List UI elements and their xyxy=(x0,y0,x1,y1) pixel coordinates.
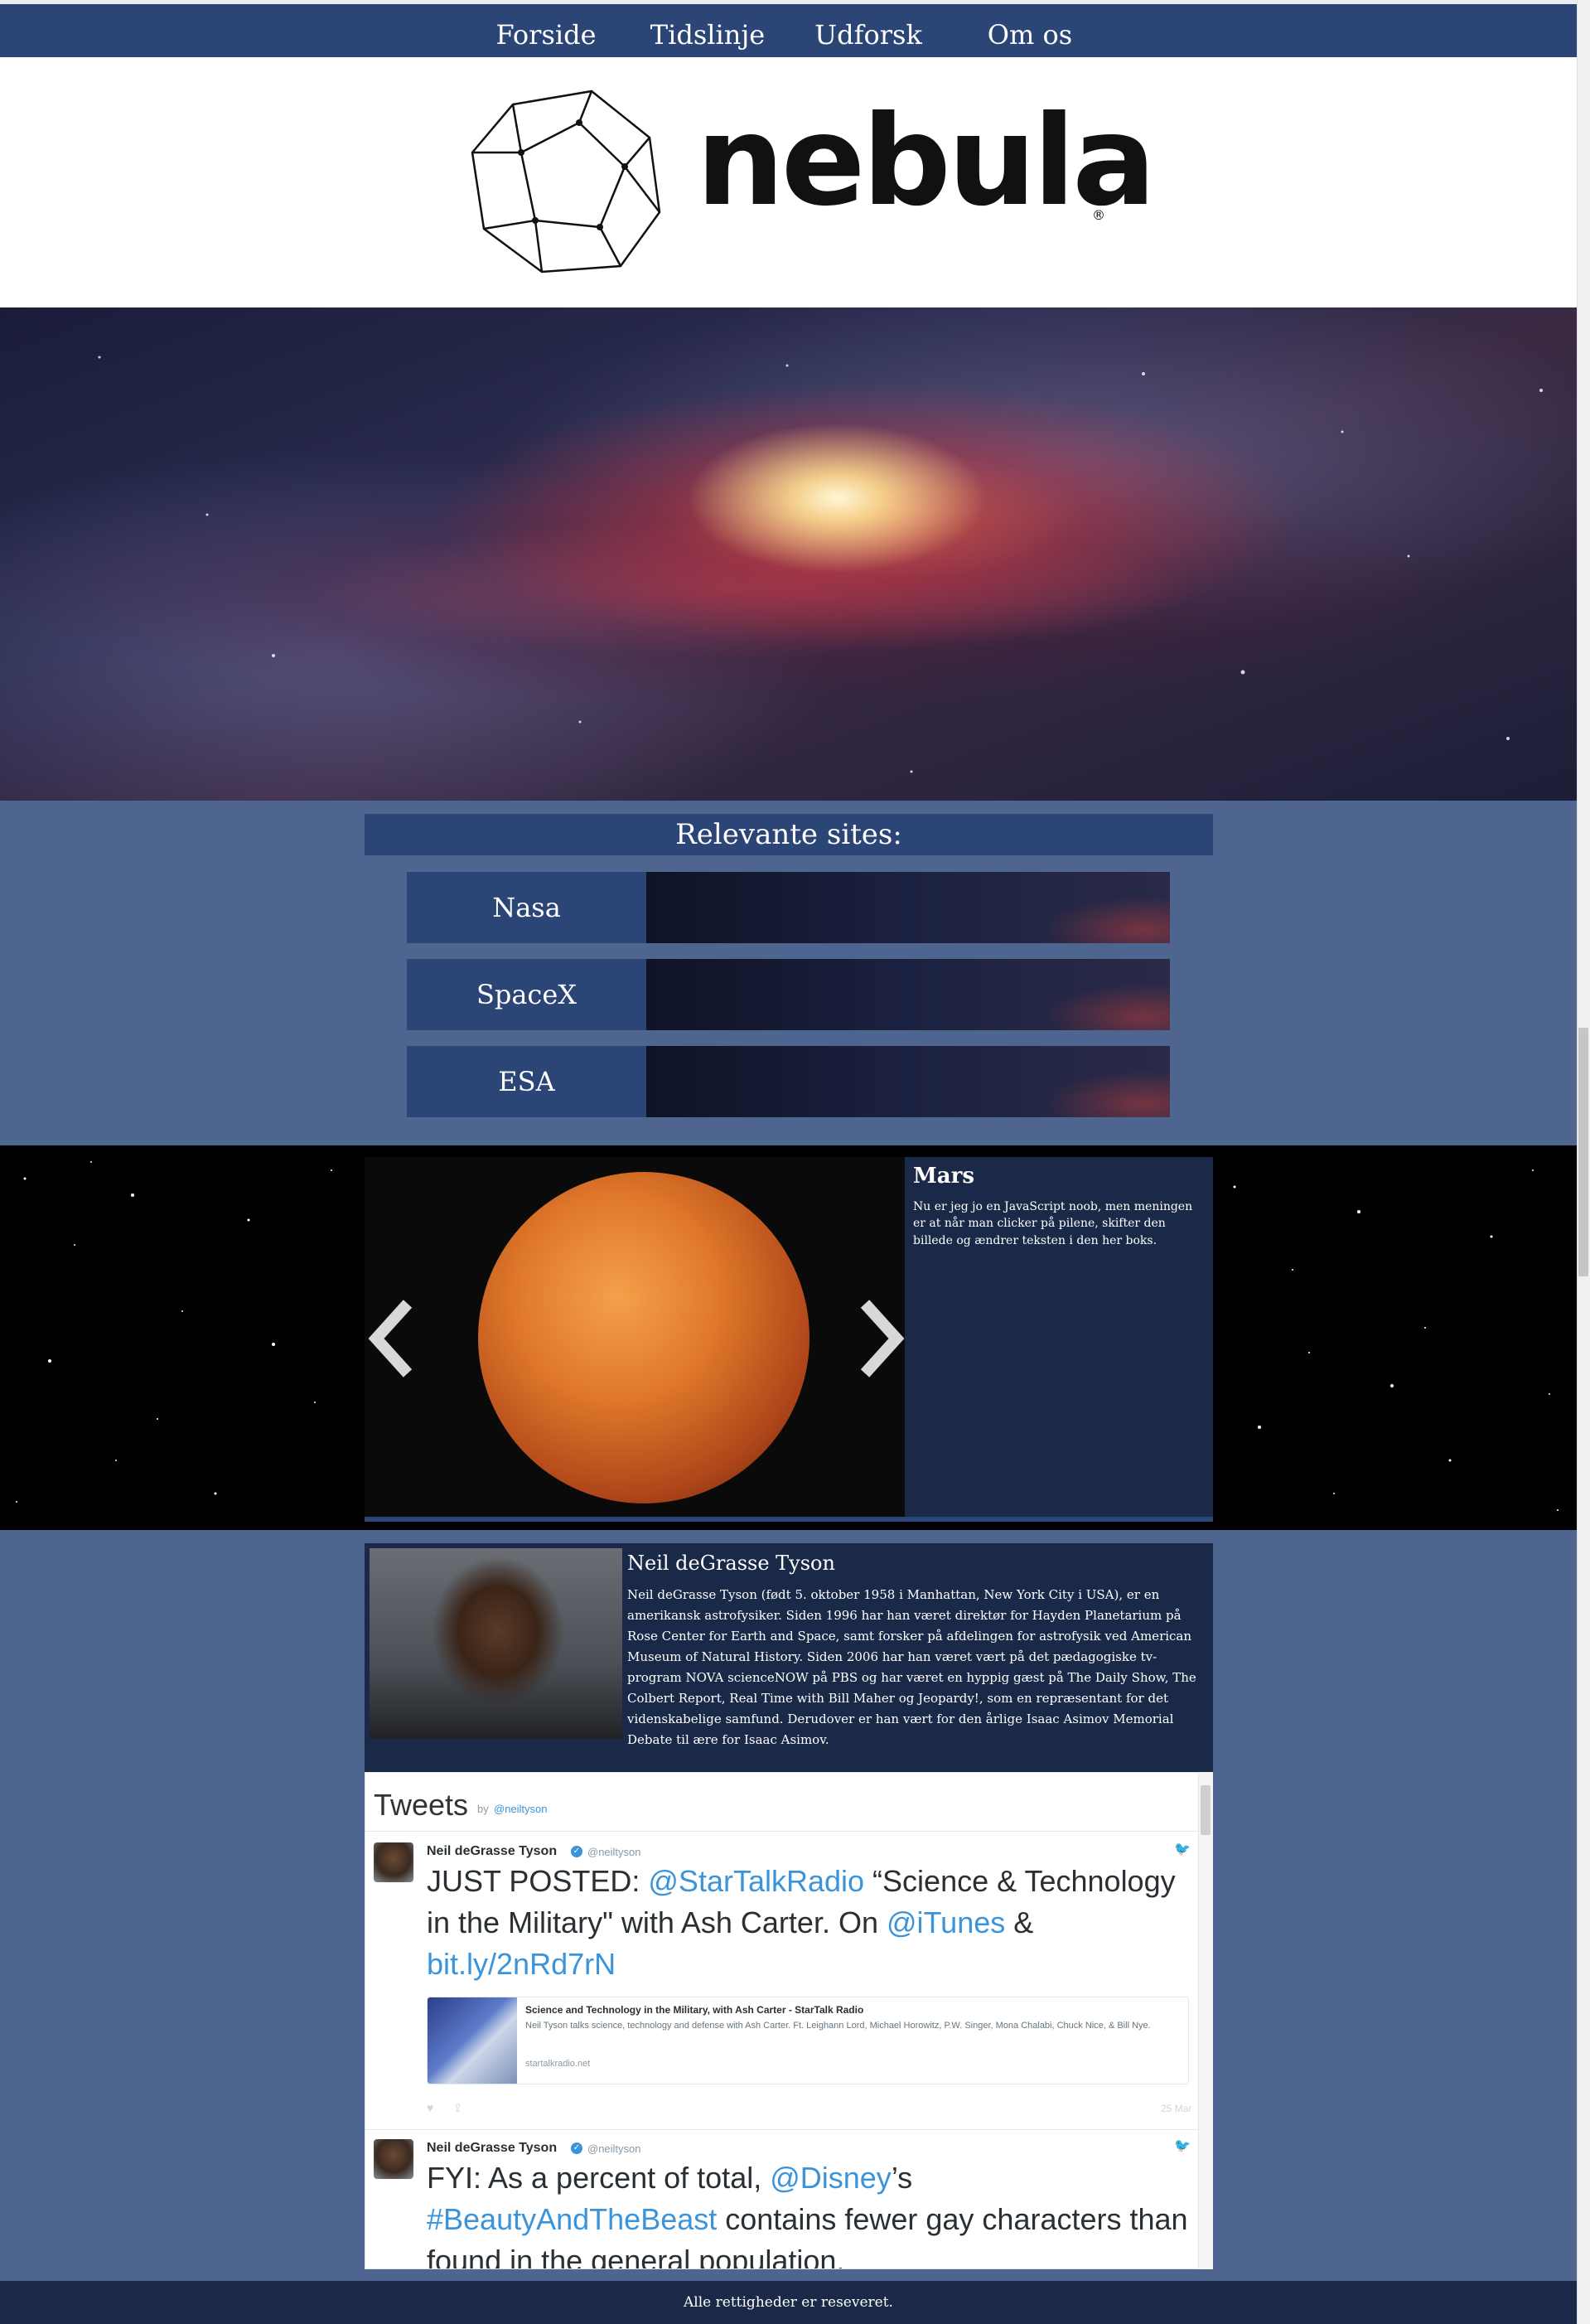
slider-info-text: Nu er jeg jo en JavaScript noob, men men… xyxy=(913,1200,1193,1247)
tweet-author-name[interactable]: Neil deGrasse Tyson xyxy=(427,1844,557,1859)
slider-info-box: Mars Nu er jeg jo en JavaScript noob, me… xyxy=(905,1157,1213,1517)
sites-title: Relevante sites: xyxy=(365,814,1213,855)
tweet-link-card[interactable]: Science and Technology in the Military, … xyxy=(427,1997,1189,2084)
site-banner-image xyxy=(646,872,1170,943)
mars-image xyxy=(478,1172,809,1503)
slider-info-title: Mars xyxy=(913,1164,974,1189)
hero-galaxy-image xyxy=(0,307,1577,801)
tweet-text-part: FYI: As a percent of total, xyxy=(427,2161,771,2195)
slider-prev-arrow-icon[interactable] xyxy=(365,1297,423,1380)
tweets-scrollbar-thumb[interactable] xyxy=(1201,1785,1211,1835)
tweet-author-name[interactable]: Neil deGrasse Tyson xyxy=(427,2141,557,2156)
avatar[interactable] xyxy=(374,1842,413,1882)
twitter-timeline: Tweets by @neiltyson Neil deGrasse Tyson… xyxy=(365,1772,1213,2269)
logo-registered-mark: ® xyxy=(1092,207,1105,223)
tweet-text: FYI: As a percent of total, @Disney’s #B… xyxy=(427,2157,1189,2268)
card-description: Neil Tyson talks science, technology and… xyxy=(525,2021,1151,2031)
nav-item-forside[interactable]: Forside xyxy=(463,8,629,61)
nav-item-tidslinje[interactable]: Tidslinje xyxy=(625,8,790,61)
tweets-handle-link[interactable]: @neiltyson xyxy=(494,1803,548,1815)
card-domain: startalkradio.net xyxy=(525,2059,591,2069)
bio-photo xyxy=(370,1548,622,1739)
site-banner-image xyxy=(646,959,1170,1030)
tweet-text-part: ’s xyxy=(891,2161,913,2195)
tweets-by: by xyxy=(477,1803,489,1815)
tweet-text: JUST POSTED: @StarTalkRadio “Science & T… xyxy=(427,1861,1189,1985)
site-label: SpaceX xyxy=(407,959,646,1030)
tweet-mention-link[interactable]: @StarTalkRadio xyxy=(648,1864,864,1898)
page-scrollbar-thumb[interactable] xyxy=(1578,1028,1588,1276)
site-link-spacex[interactable]: SpaceX xyxy=(407,959,1170,1030)
tweets-scrollbar[interactable] xyxy=(1198,1772,1213,2269)
tweet-author-handle[interactable]: @neiltyson xyxy=(587,2142,641,2155)
site-link-nasa[interactable]: Nasa xyxy=(407,872,1170,943)
card-title: Science and Technology in the Military, … xyxy=(525,2004,864,2016)
tweet-hashtag-link[interactable]: #BeautyAndTheBeast xyxy=(427,2202,717,2236)
avatar[interactable] xyxy=(374,2139,413,2179)
tweet-author-handle[interactable]: @neiltyson xyxy=(587,1846,641,1858)
dodecahedron-logo-icon xyxy=(471,90,661,274)
logo-wordmark: nebula xyxy=(696,90,1156,234)
site-banner-image xyxy=(646,1046,1170,1117)
site-label: Nasa xyxy=(407,872,646,943)
tweet-mention-link[interactable]: @Disney xyxy=(770,2161,892,2195)
twitter-bird-icon[interactable]: 🐦 xyxy=(1174,2138,1191,2154)
verified-badge-icon: ✓ xyxy=(571,2142,582,2154)
nav-item-udforsk[interactable]: Udforsk xyxy=(785,8,951,61)
card-thumbnail xyxy=(428,1997,517,2084)
hero-stars xyxy=(98,356,1543,773)
tweet-actions: ♥ ⇪ xyxy=(427,2101,462,2115)
footer: Alle rettigheder er reseveret. xyxy=(0,2281,1577,2324)
like-heart-icon[interactable]: ♥ xyxy=(427,2101,433,2114)
bio-name: Neil deGrasse Tyson xyxy=(627,1552,835,1575)
tweet-mention-link[interactable]: @iTunes xyxy=(887,1905,1005,1939)
share-icon[interactable]: ⇪ xyxy=(453,2101,463,2114)
tweet-timestamp[interactable]: 25 Mar xyxy=(1161,2103,1191,2114)
main-nav: Forside Tidslinje Udforsk Om os xyxy=(0,4,1577,57)
site-label: ESA xyxy=(407,1046,646,1117)
slider-next-arrow-icon[interactable] xyxy=(850,1297,908,1380)
divider xyxy=(365,2129,1198,2130)
tweets-header: Tweets xyxy=(374,1788,469,1822)
divider xyxy=(365,1831,1198,1832)
site-link-esa[interactable]: ESA xyxy=(407,1046,1170,1117)
slider-underline xyxy=(365,1517,1213,1522)
bio-text: Neil deGrasse Tyson (født 5. oktober 195… xyxy=(627,1587,1196,1747)
tweet-text-part: JUST POSTED: xyxy=(427,1864,649,1898)
nav-item-om-os[interactable]: Om os xyxy=(947,8,1113,61)
twitter-bird-icon[interactable]: 🐦 xyxy=(1174,1841,1191,1857)
tweet-url-link[interactable]: bit.ly/2nRd7rN xyxy=(427,1947,616,1981)
tweet-text-part: & xyxy=(1005,1905,1034,1939)
verified-badge-icon: ✓ xyxy=(571,1846,582,1857)
